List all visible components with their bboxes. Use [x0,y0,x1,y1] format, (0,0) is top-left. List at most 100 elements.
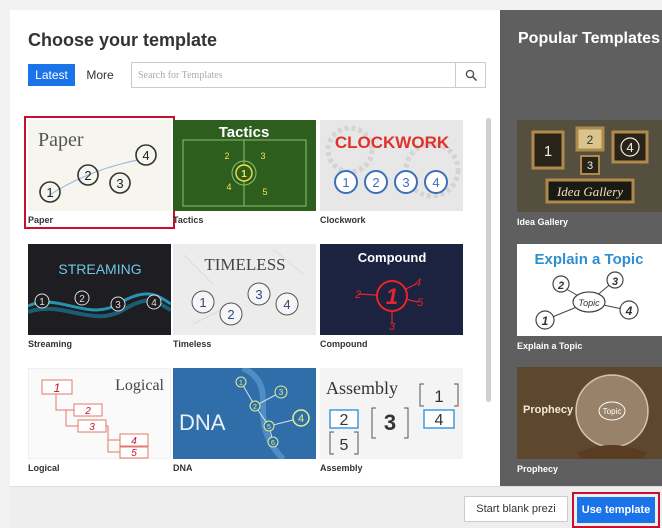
template-card-streaming[interactable]: STREAMING 1 2 3 4 Streaming [28,244,171,349]
thumb-title: Paper [38,129,84,151]
thumb-num: 4 [298,413,304,425]
thumb-num: 1 [434,387,443,406]
thumb-num: 5 [131,448,137,459]
template-label: Clockwork [320,215,366,225]
template-label: Logical [28,463,60,473]
search-box [131,62,486,88]
use-template-button[interactable]: Use template [577,497,655,523]
thumb-num: 2 [354,289,361,301]
use-template-highlight: Use template [572,492,660,528]
thumb-num: 2 [224,151,229,161]
template-card-dna[interactable]: DNA 1 2 3 4 5 6 DNA [173,368,316,473]
explain-a-topic-thumbnail: Explain a Topic Topic 1 2 3 4 [517,244,662,336]
thumb-title: Assembly [326,378,398,398]
start-blank-prezi-button[interactable]: Start blank prezi [464,496,568,522]
thumb-num: 5 [267,424,271,431]
thumb-num: 4 [226,182,231,192]
template-card-timeless[interactable]: TIMELESS 1 2 3 4 Timeless [173,244,316,349]
thumb-num: 1 [544,143,552,160]
template-grid: Paper 1 2 3 4 Paper Tactics 1 2 3 4 5 Ta… [10,106,500,486]
thumb-title: Explain a Topic [535,251,644,268]
thumb-num: 2 [253,404,257,411]
thumb-num: 3 [402,175,409,190]
template-card-compound[interactable]: Compound 1 2 3 4 5 Compound [320,244,463,349]
thumb-num: 4 [131,436,137,447]
thumb-num: 2 [372,175,379,190]
thumb-num: 4 [432,175,439,190]
thumb-num: 2 [227,307,234,322]
search-input[interactable] [132,63,458,87]
prophecy-thumbnail: Topic Prophecy [517,367,662,459]
dialog-title: Choose your template [28,30,218,50]
thumb-num: 1 [386,284,398,309]
template-card-assembly[interactable]: Assembly 1 2 3 4 5 Assembly [320,368,463,473]
thumb-title: STREAMING [58,261,141,277]
thumb-num: 1 [342,175,349,190]
thumb-title: Logical [115,377,164,394]
thumb-num: 3 [115,300,121,311]
thumb-num: 2 [84,406,91,417]
popular-templates-panel: Popular Templates 1 2 3 4 Idea Gallery I… [500,10,662,486]
thumb-num: 4 [142,148,149,163]
thumb-title: Prophecy [523,404,574,416]
clockwork-thumbnail: CLOCKWORK 1 2 3 4 [320,120,463,211]
thumb-num: 1 [542,314,549,328]
thumb-title: TIMELESS [204,255,285,274]
thumb-num: 3 [89,422,95,433]
popular-label: Prophecy [517,464,559,474]
popular-label: Explain a Topic [517,341,583,351]
template-card-clockwork[interactable]: CLOCKWORK 1 2 3 4 Clockwork [320,120,463,225]
thumb-num: 1 [46,185,53,200]
template-scrollbar[interactable] [486,118,491,402]
tab-more[interactable]: More [80,64,120,86]
thumb-num: 1 [239,380,243,387]
thumb-center: Topic [578,298,600,308]
thumb-title: Compound [358,250,427,265]
thumb-num: 1 [199,295,206,310]
thumb-num: 4 [283,297,290,312]
thumb-num: 5 [262,187,267,197]
thumb-num: 2 [557,280,564,292]
template-card-paper[interactable]: Paper 1 2 3 4 Paper [24,116,175,229]
tactics-thumbnail: Tactics 1 2 3 4 5 [173,120,316,211]
dialog-footer: Start blank prezi Use template [10,486,662,528]
search-button[interactable] [455,63,485,87]
template-label: Paper [28,215,54,225]
thumb-num: 4 [625,304,633,318]
thumb-num: 3 [279,388,284,397]
thumb-num: 1 [39,297,45,308]
thumb-num: 4 [626,140,633,155]
thumb-num: 3 [389,321,396,333]
template-label: Tactics [173,215,204,225]
idea-gallery-thumbnail: 1 2 3 4 Idea Gallery [517,120,662,212]
thumb-title: CLOCKWORK [335,133,450,152]
template-label: DNA [173,463,193,473]
thumb-num: 2 [587,133,594,147]
thumb-num: 2 [84,168,91,183]
popular-card-explain-a-topic[interactable]: Explain a Topic Topic 1 2 3 4 Explain a … [517,244,662,351]
dna-thumbnail: DNA 1 2 3 4 5 6 [173,368,316,459]
logical-thumbnail: Logical 1 2 3 4 5 [28,368,171,459]
tab-latest[interactable]: Latest [28,64,75,86]
thumb-num: 1 [54,381,61,395]
template-card-logical[interactable]: Logical 1 2 3 4 5 Logical [28,368,171,473]
popular-card-prophecy[interactable]: Topic Prophecy Prophecy [517,367,662,474]
thumb-center: Topic [603,407,622,416]
thumb-title: DNA [179,410,226,435]
template-dialog: Choose your template Latest More Paper [10,10,662,528]
template-card-tactics[interactable]: Tactics 1 2 3 4 5 Tactics [173,120,316,225]
template-label: Assembly [320,463,363,473]
thumb-num: 2 [79,294,85,305]
thumb-num: 3 [612,276,618,288]
thumb-num: 3 [255,287,262,302]
thumb-title: Tactics [219,124,270,141]
template-chooser: Choose your template Latest More Paper [10,10,500,486]
assembly-thumbnail: Assembly 1 2 3 4 5 [320,368,463,459]
popular-title: Popular Templates [518,30,660,47]
compound-thumbnail: Compound 1 2 3 4 5 [320,244,463,335]
thumb-num: 4 [415,277,421,289]
thumb-num: 6 [271,440,275,447]
template-label: Compound [320,339,368,349]
timeless-thumbnail: TIMELESS 1 2 3 4 [173,244,316,335]
popular-card-idea-gallery[interactable]: 1 2 3 4 Idea Gallery Idea Gallery [517,120,662,227]
